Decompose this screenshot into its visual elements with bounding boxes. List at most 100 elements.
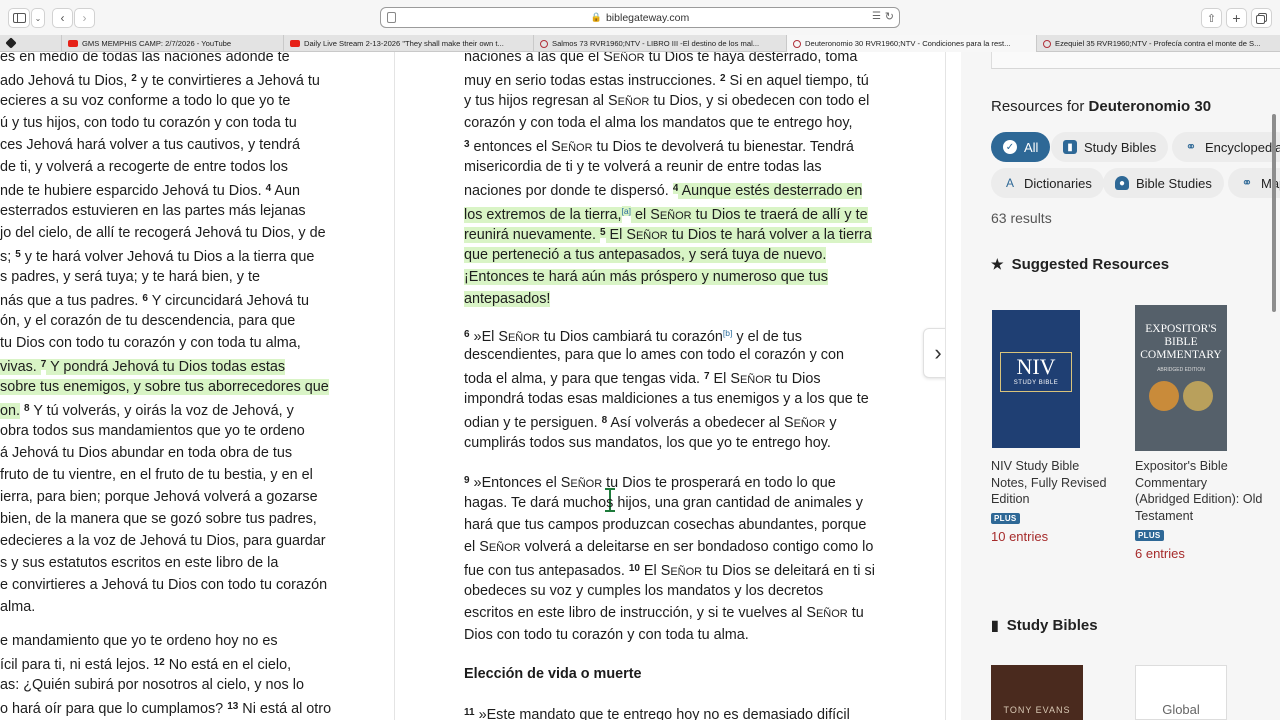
verse-text: cumplirás todos sus mandatos, los que yo… bbox=[464, 435, 831, 451]
verse-text: el SEÑOR volverá a deleitarse en ser bon… bbox=[464, 539, 874, 555]
niv-study-bible-cover[interactable]: NIV STUDY BIBLE bbox=[992, 310, 1080, 448]
verse-line: es en medio de todas las naciones adonde… bbox=[0, 52, 290, 68]
chevron-left-icon: ‹ bbox=[60, 11, 65, 25]
book-title[interactable]: NIV Study Bible Notes, Fully Revised Edi… bbox=[991, 458, 1119, 508]
verse-text: Así volverás a obedecer al SEÑOR y bbox=[607, 415, 837, 431]
sidebar-toggle-button[interactable] bbox=[8, 8, 30, 28]
share-button[interactable]: ⇧ bbox=[1201, 8, 1222, 28]
chevron-right-icon: › bbox=[934, 340, 942, 365]
verse-text: e mandamiento que yo te ordeno hoy no es bbox=[0, 633, 278, 649]
youtube-icon bbox=[68, 40, 78, 47]
verse-text: descendientes, para que lo ames con todo… bbox=[464, 347, 844, 363]
browser-tab[interactable]: Deuteronomio 30 RVR1960;NTV - Condicione… bbox=[786, 35, 1036, 52]
study-bible-thumb[interactable]: TONY EVANS bbox=[991, 665, 1083, 720]
youtube-icon bbox=[290, 40, 300, 47]
verse-text: ¡Entonces te hará aún más próspero y num… bbox=[464, 269, 828, 285]
pane-divider bbox=[394, 52, 395, 720]
forward-button[interactable]: › bbox=[74, 8, 95, 28]
verse-text: edecieres a la voz de Jehová tu Dios, pa… bbox=[0, 533, 326, 549]
verse-number: 3 bbox=[464, 139, 470, 150]
verse-text: Aun bbox=[271, 183, 300, 199]
cover-line: COMMENTARY bbox=[1140, 349, 1222, 361]
verse-text: esterrados estuvieren en las partes más … bbox=[0, 203, 306, 219]
verse-text: y te convirtieres a Jehová tu bbox=[136, 73, 320, 89]
browser-tab[interactable]: Salmos 73 RVR1960;NTV - LIBRO III -El de… bbox=[533, 35, 786, 52]
verse-line: escritos en este libro de instrucción, y… bbox=[464, 602, 864, 624]
biblegateway-icon bbox=[793, 39, 801, 48]
book-icon: ▮ bbox=[991, 617, 999, 633]
filter-bible-studies[interactable]: ● Bible Studies bbox=[1103, 168, 1224, 198]
cover-sub: STUDY BIBLE bbox=[1013, 380, 1059, 386]
reload-icon[interactable]: ↻ bbox=[885, 10, 894, 23]
verse-text: misericordia de ti y te volverá a reunir… bbox=[464, 159, 822, 175]
plus-badge: PLUS bbox=[1135, 530, 1164, 541]
star-icon: ★ bbox=[991, 256, 1004, 272]
url-text: biblegateway.com bbox=[605, 11, 690, 24]
verse-text: fue con tus antepasados. bbox=[464, 563, 629, 579]
filter-label: Bible Studies bbox=[1136, 175, 1212, 191]
plus-badge: PLUS bbox=[991, 513, 1020, 524]
verse-line: tu Dios con todo tu corazón y con toda t… bbox=[0, 332, 301, 354]
verse-line: bien, de la manera que se gozó sobre tus… bbox=[0, 508, 317, 530]
address-bar[interactable]: 🔒 biblegateway.com ☰ ↻ bbox=[380, 7, 900, 28]
verse-text: naciones a las que el SEÑOR tu Dios te h… bbox=[464, 52, 858, 65]
verse-number: 10 bbox=[628, 563, 640, 574]
tab-group-menu-button[interactable]: ⌄ bbox=[31, 8, 45, 28]
cover-line: EXPOSITOR'S bbox=[1145, 323, 1217, 335]
verse-text: Y pondrá Jehová tu Dios todas estas bbox=[46, 359, 286, 375]
verse-text: ícil para ti, ni está lejos. bbox=[0, 657, 154, 673]
next-chapter-button[interactable]: › bbox=[923, 328, 945, 378]
verse-number: 12 bbox=[153, 657, 165, 668]
verse-number: 9 bbox=[464, 475, 470, 486]
tab-overview-button[interactable] bbox=[1251, 8, 1272, 28]
verse-text: escritos en este libro de instrucción, y… bbox=[464, 605, 864, 621]
tab-title: Daily Live Stream 2-13-2026 "They shall … bbox=[304, 39, 504, 48]
entries-link[interactable]: 10 entries bbox=[991, 529, 1048, 544]
verse-text: Ni está al otro bbox=[238, 701, 332, 717]
sidebar-scrollbar[interactable] bbox=[1272, 114, 1276, 312]
filter-all[interactable]: ✓ All bbox=[991, 132, 1051, 162]
verse-line: descendientes, para que lo ames con todo… bbox=[464, 344, 844, 366]
expositors-commentary-cover[interactable]: EXPOSITOR'S BIBLE COMMENTARY ABRIDGED ED… bbox=[1135, 305, 1227, 451]
verse-text: Si en aquel tiempo, tú bbox=[725, 73, 869, 89]
footnote-link[interactable]: [b] bbox=[723, 328, 732, 338]
filter-dictionaries[interactable]: A Dictionaries bbox=[991, 168, 1104, 198]
verse-text: muy en serio todas estas instrucciones. bbox=[464, 73, 720, 89]
verse-line: s padres, y será tuya; y te hará bien, y… bbox=[0, 266, 260, 288]
verse-line: antepasados! bbox=[464, 288, 551, 310]
plus-icon: + bbox=[1232, 10, 1241, 26]
browser-tab[interactable]: Daily Live Stream 2-13-2026 "They shall … bbox=[283, 35, 533, 52]
globe-icon: ⚭ bbox=[1185, 139, 1197, 154]
verse-line: naciones a las que el SEÑOR tu Dios te h… bbox=[464, 52, 857, 68]
back-button[interactable]: ‹ bbox=[52, 8, 73, 28]
new-tab-button[interactable]: + bbox=[1226, 8, 1247, 28]
verse-line: ícil para ti, ni está lejos. 12 No está … bbox=[0, 652, 291, 674]
verse-line: ierra, para bien; porque Jehová volverá … bbox=[0, 486, 318, 508]
entries-link[interactable]: 6 entries bbox=[1135, 546, 1185, 561]
verse-line: toda el alma, y para que tengas vida. 7 … bbox=[464, 366, 821, 388]
cover-line: BIBLE bbox=[1164, 336, 1198, 348]
verse-line: 6 »El SEÑOR tu Dios cambiará tu corazón[… bbox=[464, 322, 802, 345]
chevron-right-icon: › bbox=[82, 11, 87, 25]
verse-text: as: ¿Quién subirá por nosotros al cielo,… bbox=[0, 677, 304, 693]
filter-encyclopedias[interactable]: ⚭ Encyclopedias bbox=[1172, 132, 1280, 162]
footnote-link[interactable]: [a] bbox=[621, 206, 632, 216]
translate-icon[interactable]: ☰ bbox=[872, 11, 881, 22]
browser-tab[interactable]: GMS MEMPHIS CAMP: 2/7/2026 - YouTube bbox=[61, 35, 283, 52]
book-title[interactable]: Expositor's Bible Commentary (Abridged E… bbox=[1135, 458, 1263, 524]
verse-line: jo del cielo, de allí te recogerá Jehová… bbox=[0, 222, 326, 244]
resources-passage: Deuteronomio 30 bbox=[1088, 98, 1212, 115]
browser-tab[interactable]: Ezequiel 35 RVR1960;NTV - Profecía contr… bbox=[1036, 35, 1280, 52]
verse-line: ú y tus hijos, con todo tu corazón y con… bbox=[0, 112, 297, 134]
study-bible-thumb[interactable]: Global bbox=[1135, 665, 1227, 720]
verse-text: s padres, y será tuya; y te hará bien, y… bbox=[0, 269, 260, 285]
verse-text: toda el alma, y para que tengas vida. bbox=[464, 371, 704, 387]
verse-line: vivas. 7 Y pondrá Jehová tu Dios todas e… bbox=[0, 354, 286, 376]
verse-text: Y tú volverás, y oirás la voz de Jehová,… bbox=[29, 403, 294, 419]
filter-study-bibles[interactable]: ▮ Study Bibles bbox=[1051, 132, 1169, 162]
cover-edition: ABRIDGED EDITION bbox=[1157, 367, 1205, 373]
verse-text: s y sus estatutos escritos en este libro… bbox=[0, 555, 279, 571]
extension-icon[interactable] bbox=[5, 37, 17, 49]
verse-line: á Jehová tu Dios abundar en toda obra de… bbox=[0, 442, 292, 464]
verse-line: reunirá nuevamente. 5 El SEÑOR tu Dios t… bbox=[464, 222, 872, 244]
